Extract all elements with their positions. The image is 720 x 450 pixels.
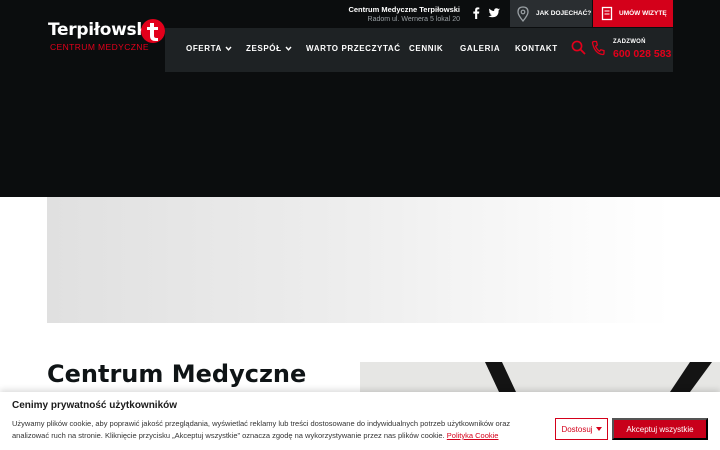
banner-placeholder xyxy=(47,197,672,323)
directions-button[interactable]: JAK DOJECHAĆ? xyxy=(510,0,592,27)
facebook-icon[interactable] xyxy=(469,6,483,20)
logo-t-mark-icon xyxy=(141,19,165,43)
nav-item-label: WARTO PRZECZYTAĆ xyxy=(306,44,401,53)
accept-label: Akceptuj wszystkie xyxy=(626,424,694,434)
nav-item-kontakt[interactable]: KONTAKT xyxy=(515,44,558,53)
clinic-info: Centrum Medyczne Terpiłowski Radom ul. W… xyxy=(348,5,460,23)
site-header: Terpiłowski CENTRUM MEDYCZNE Centrum Med… xyxy=(0,0,720,197)
nav-item-zespol[interactable]: ZESPÓŁ xyxy=(246,44,292,53)
nav-item-label: OFERTA xyxy=(186,44,222,53)
nav-item-label: ZESPÓŁ xyxy=(246,44,282,53)
customize-label: Dostosuj xyxy=(561,424,593,434)
search-icon[interactable] xyxy=(571,40,586,55)
chevron-down-icon xyxy=(285,46,292,51)
map-pin-icon xyxy=(517,5,529,22)
nav-item-label: KONTAKT xyxy=(515,44,558,53)
cookie-policy-link[interactable]: Polityka Cookie xyxy=(447,431,499,440)
cookie-body: Używamy plików cookie, aby poprawić jako… xyxy=(12,419,511,440)
site-logo[interactable]: Terpiłowski CENTRUM MEDYCZNE xyxy=(48,18,168,54)
nav-item-galeria[interactable]: GALERIA xyxy=(460,44,500,53)
chevron-down-icon xyxy=(225,46,232,51)
main-nav: OFERTA ZESPÓŁ WARTO PRZECZYTAĆ CENNIK GA… xyxy=(165,28,673,72)
customize-button[interactable]: Dostosuj xyxy=(555,418,608,440)
cookie-text: Używamy plików cookie, aby poprawić jako… xyxy=(12,418,547,442)
page-heading: Centrum Medyczne xyxy=(47,360,307,388)
appointment-label: UMÓW WIZYTĘ xyxy=(619,10,667,17)
nav-item-warto-przeczytac[interactable]: WARTO PRZECZYTAĆ xyxy=(306,44,401,53)
nav-item-cennik[interactable]: CENNIK xyxy=(409,44,443,53)
logo-wordmark: Terpiłowski xyxy=(48,20,153,40)
cookie-title: Cenimy prywatność użytkowników xyxy=(12,400,178,411)
logo-subtitle: CENTRUM MEDYCZNE xyxy=(50,42,149,52)
phone-icon[interactable] xyxy=(591,40,605,56)
accept-all-button[interactable]: Akceptuj wszystkie xyxy=(612,418,708,440)
directions-label: JAK DOJECHAĆ? xyxy=(536,10,592,17)
phone-number-link[interactable]: 600 028 583 xyxy=(613,48,671,60)
page: Terpiłowski CENTRUM MEDYCZNE Centrum Med… xyxy=(0,0,720,450)
caret-down-icon xyxy=(595,427,602,431)
nav-item-oferta[interactable]: OFERTA xyxy=(186,44,232,53)
nav-item-label: CENNIK xyxy=(409,44,444,53)
document-icon xyxy=(601,6,613,21)
clinic-name: Centrum Medyczne Terpiłowski xyxy=(348,5,460,14)
appointment-button[interactable]: UMÓW WIZYTĘ xyxy=(593,0,673,27)
twitter-icon[interactable] xyxy=(487,6,501,20)
cookie-consent-bar: Cenimy prywatność użytkowników Używamy p… xyxy=(0,392,720,450)
call-label: ZADZWOŃ xyxy=(613,39,646,45)
clinic-address: Radom ul. Wernera 5 lokal 20 xyxy=(367,16,460,23)
nav-item-label: GALERIA xyxy=(460,44,501,53)
